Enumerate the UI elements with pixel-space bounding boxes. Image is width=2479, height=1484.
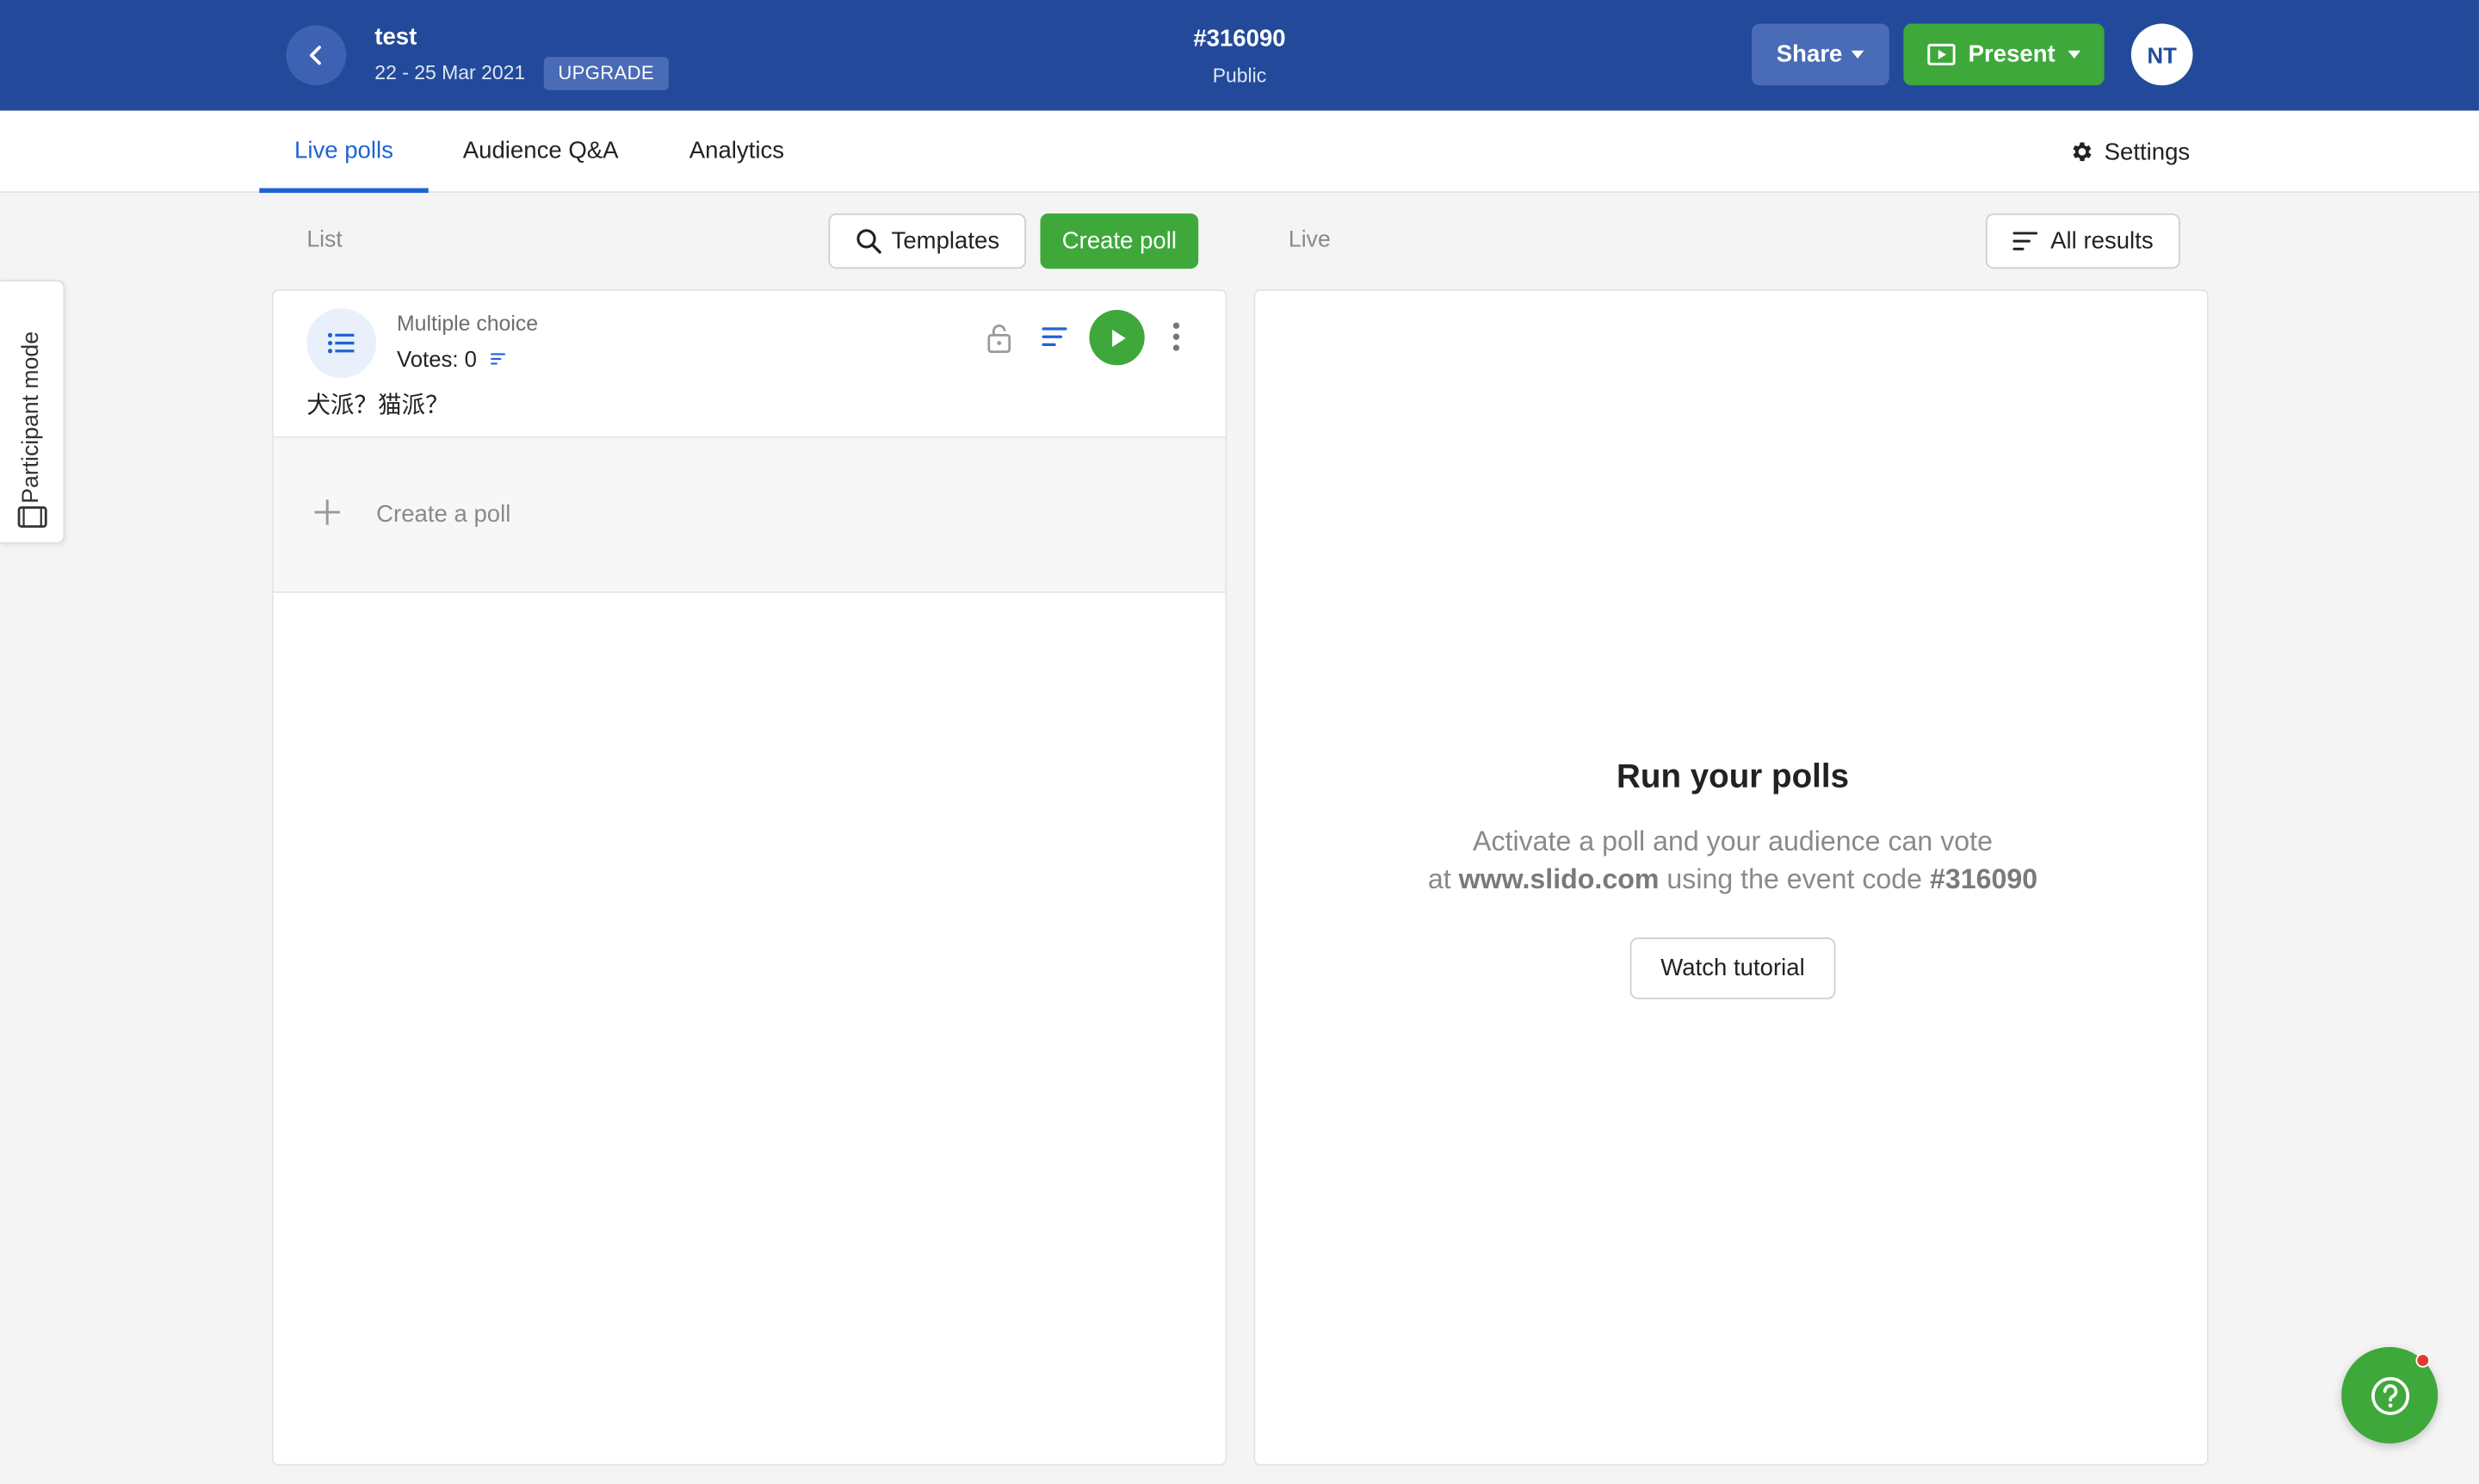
tab-analytics[interactable]: Analytics xyxy=(664,111,809,194)
templates-label: Templates xyxy=(891,227,1000,255)
templates-button[interactable]: Templates xyxy=(828,213,1027,269)
poll-type-badge xyxy=(306,308,377,378)
present-screen-icon xyxy=(1927,43,1956,65)
participant-screen-icon xyxy=(17,506,47,528)
share-label: Share xyxy=(1776,40,1843,68)
tab-audience-qa[interactable]: Audience Q&A xyxy=(442,111,639,194)
filter-lines-icon xyxy=(2012,232,2038,250)
settings-label: Settings xyxy=(2104,138,2191,165)
results-icon xyxy=(1042,327,1067,347)
all-results-button[interactable]: All results xyxy=(1985,213,2180,269)
watch-tutorial-button[interactable]: Watch tutorial xyxy=(1629,937,1836,999)
upgrade-badge[interactable]: UPGRADE xyxy=(543,57,669,90)
poll-question: 犬派？猫派？ xyxy=(306,392,449,419)
list-section-label: List xyxy=(306,227,343,253)
participant-mode-label: Participant mode xyxy=(19,331,45,504)
chevron-left-icon xyxy=(309,46,321,65)
settings-button[interactable]: Settings xyxy=(2069,111,2190,194)
list-icon xyxy=(327,332,355,354)
activate-poll-button[interactable] xyxy=(1089,309,1145,366)
back-button[interactable] xyxy=(286,25,347,86)
event-privacy: Public xyxy=(1212,65,1267,88)
live-panel: Run your polls Activate a poll and your … xyxy=(1253,289,2210,1466)
create-poll-row[interactable]: Create a poll xyxy=(273,437,1226,593)
participant-mode-tab[interactable]: Participant mode xyxy=(0,280,65,544)
share-button[interactable]: Share xyxy=(1752,23,1889,86)
play-icon xyxy=(1111,329,1125,347)
caret-down-icon xyxy=(1852,50,1865,59)
poll-list-panel: Multiple choice Votes: 0 犬派？猫派？ Create a… xyxy=(271,289,1227,1466)
slido-url: www.slido.com xyxy=(1458,863,1660,895)
live-section-label: Live xyxy=(1288,227,1331,253)
create-poll-row-label: Create a poll xyxy=(376,501,511,529)
lock-poll-button[interactable] xyxy=(986,323,1011,362)
results-icon xyxy=(490,353,505,365)
active-tab-indicator xyxy=(259,188,429,194)
search-icon xyxy=(856,229,881,254)
present-label: Present xyxy=(1968,40,2056,68)
lock-icon xyxy=(987,324,1011,354)
create-poll-button[interactable]: Create poll xyxy=(1040,213,1199,269)
help-question-icon xyxy=(2371,1376,2409,1414)
caret-down-icon xyxy=(2068,50,2081,59)
empty-state-line1: Activate a poll and your audience can vo… xyxy=(1473,825,1993,857)
event-title: test xyxy=(374,23,417,51)
event-code: #316090 xyxy=(1193,25,1286,53)
user-avatar[interactable]: NT xyxy=(2130,23,2193,86)
poll-results-button[interactable] xyxy=(1042,325,1067,356)
poll-type-label: Multiple choice xyxy=(397,311,539,336)
empty-state-line2: at www.slido.com using the event code #3… xyxy=(1255,860,2210,898)
empty-state-description: Activate a poll and your audience can vo… xyxy=(1255,822,2210,898)
empty-state-event-code: #316090 xyxy=(1929,863,2038,895)
app-root: test 22 - 25 Mar 2021 UPGRADE #316090 Pu… xyxy=(0,0,2479,1484)
poll-list-item[interactable]: Multiple choice Votes: 0 犬派？猫派？ xyxy=(273,291,1226,438)
notification-dot xyxy=(2415,1353,2431,1368)
poll-votes-count: Votes: 0 xyxy=(397,346,477,372)
empty-state-mid: using the event code xyxy=(1659,863,1930,895)
event-dates: 22 - 25 Mar 2021 xyxy=(374,61,526,84)
empty-state-title: Run your polls xyxy=(1617,758,1850,795)
present-button[interactable]: Present xyxy=(1903,23,2105,86)
empty-state-prefix: at xyxy=(1427,863,1459,895)
tab-live-polls[interactable]: Live polls xyxy=(259,111,429,194)
plus-icon xyxy=(314,499,340,525)
top-header: test 22 - 25 Mar 2021 UPGRADE #316090 Pu… xyxy=(0,0,2479,111)
all-results-label: All results xyxy=(2050,227,2154,255)
gear-icon xyxy=(2073,142,2092,162)
more-vertical-icon[interactable] xyxy=(1168,322,1184,351)
poll-votes: Votes: 0 xyxy=(397,346,505,372)
